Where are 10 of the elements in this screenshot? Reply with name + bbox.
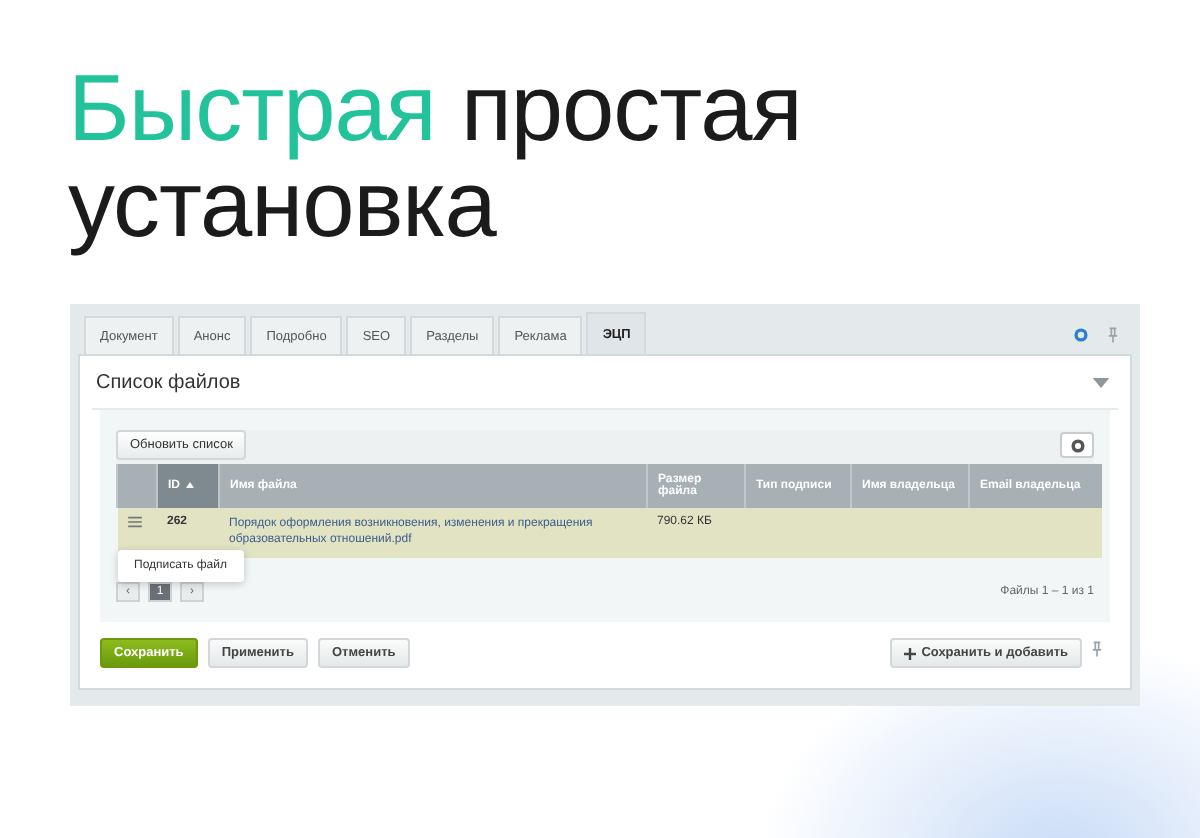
gear-icon — [1069, 437, 1085, 453]
plus-icon — [903, 647, 916, 659]
menu-icon[interactable] — [127, 516, 141, 528]
collapse-icon[interactable] — [1092, 377, 1110, 387]
section-title: Список файлов — [96, 371, 243, 393]
headline: Быстрая простая установка — [66, 52, 804, 252]
pin-icon[interactable] — [1092, 639, 1102, 657]
pin-icon[interactable] — [1108, 326, 1118, 344]
settings-icon[interactable] — [1074, 328, 1088, 342]
settings-button[interactable] — [1060, 432, 1094, 458]
